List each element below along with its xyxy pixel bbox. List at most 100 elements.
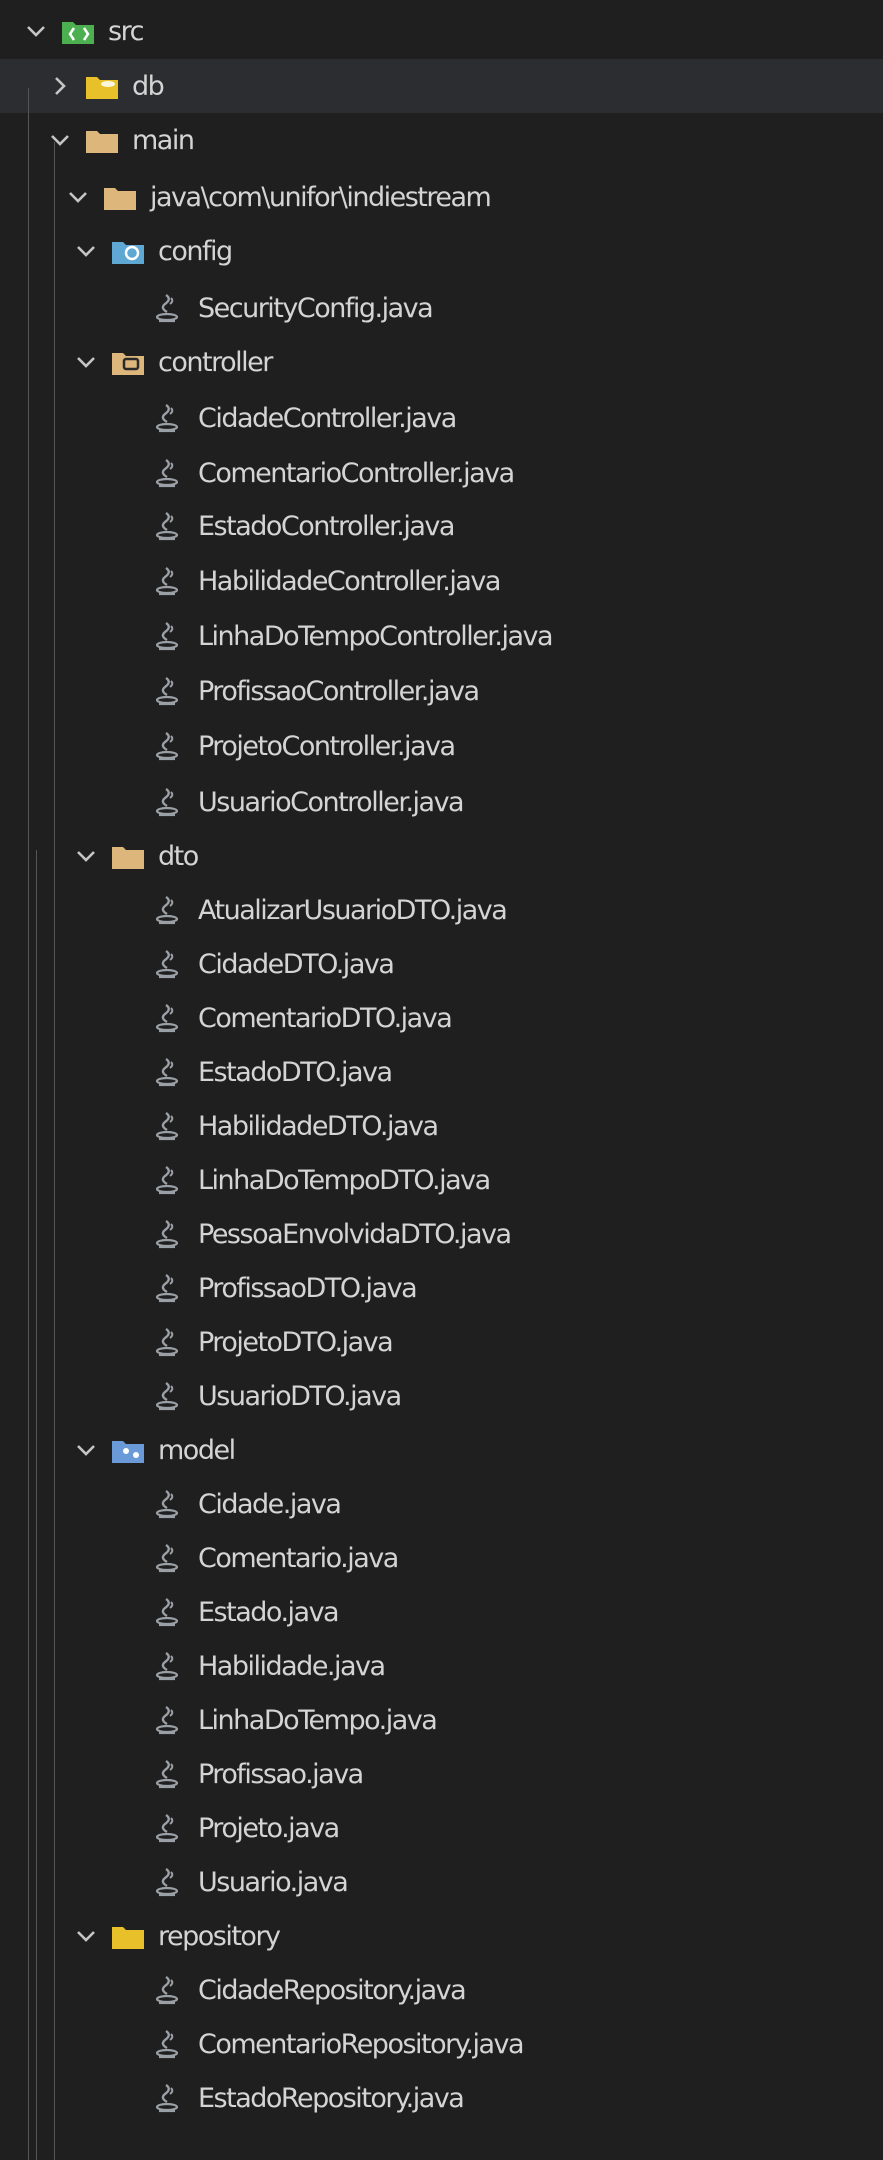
tree-file[interactable]: Comentario.java xyxy=(0,1531,883,1585)
folder-icon xyxy=(102,181,138,213)
tree-folder-repository[interactable]: repository xyxy=(0,1909,883,1963)
file-label: LinhaDoTempoDTO.java xyxy=(198,1164,491,1196)
tree-folder-main[interactable]: main xyxy=(0,113,883,167)
file-label: ProfissaoController.java xyxy=(198,675,480,707)
tree-file[interactable]: Profissao.java xyxy=(0,1747,883,1801)
java-file-icon xyxy=(150,565,186,597)
java-file-icon xyxy=(150,1272,186,1304)
tree-file[interactable]: EstadoController.java xyxy=(0,499,883,553)
java-file-icon xyxy=(150,730,186,762)
file-label: Usuario.java xyxy=(198,1866,349,1898)
file-label: ComentarioDTO.java xyxy=(198,1002,453,1034)
java-file-icon xyxy=(150,1974,186,2006)
file-label: Cidade.java xyxy=(198,1488,342,1520)
file-label: Comentario.java xyxy=(198,1542,399,1574)
tree-file[interactable]: ProjetoDTO.java xyxy=(0,1315,883,1369)
chevron-down-icon[interactable] xyxy=(72,842,100,870)
chevron-down-icon[interactable] xyxy=(22,17,50,45)
file-label: UsuarioController.java xyxy=(198,786,465,818)
java-file-icon xyxy=(150,1704,186,1736)
chevron-down-icon[interactable] xyxy=(46,126,74,154)
java-file-icon xyxy=(150,1056,186,1088)
indent-guide xyxy=(54,142,55,2160)
tree-file[interactable]: EstadoRepository.java xyxy=(0,2071,883,2125)
tree-file[interactable]: Usuario.java xyxy=(0,1855,883,1909)
tree-file[interactable]: ProfissaoController.java xyxy=(0,664,883,718)
java-file-icon xyxy=(150,457,186,489)
tree-file[interactable]: HabilidadeDTO.java xyxy=(0,1099,883,1153)
tree-file[interactable]: HabilidadeController.java xyxy=(0,554,883,608)
folder-label: model xyxy=(158,1434,236,1466)
tree-file[interactable]: Habilidade.java xyxy=(0,1639,883,1693)
file-label: ComentarioRepository.java xyxy=(198,2028,525,2060)
java-file-icon xyxy=(150,620,186,652)
java-file-icon xyxy=(150,1650,186,1682)
file-label: ProfissaoDTO.java xyxy=(198,1272,418,1304)
folder-label: dto xyxy=(158,840,199,872)
tree-folder-src[interactable]: src xyxy=(0,4,883,58)
tree-file[interactable]: CidadeController.java xyxy=(0,391,883,445)
tree-file[interactable]: ComentarioController.java xyxy=(0,446,883,500)
folder-icon xyxy=(110,840,146,872)
file-label: LinhaDoTempoController.java xyxy=(198,620,554,652)
db-folder-icon xyxy=(84,70,120,102)
java-file-icon xyxy=(150,894,186,926)
tree-file[interactable]: ComentarioRepository.java xyxy=(0,2017,883,2071)
tree-file[interactable]: ProfissaoDTO.java xyxy=(0,1261,883,1315)
java-file-icon xyxy=(150,1812,186,1844)
tree-file[interactable]: AtualizarUsuarioDTO.java xyxy=(0,883,883,937)
java-file-icon xyxy=(150,786,186,818)
java-file-icon xyxy=(150,1326,186,1358)
tree-folder-java-com-unifor-indiestream[interactable]: java\com\unifor\indiestream xyxy=(0,170,883,224)
tree-file[interactable]: UsuarioController.java xyxy=(0,775,883,829)
tree-file[interactable]: Estado.java xyxy=(0,1585,883,1639)
file-label: CidadeDTO.java xyxy=(198,948,395,980)
tree-folder-db[interactable]: db xyxy=(0,59,883,113)
indent-guide xyxy=(36,850,37,2160)
tree-file[interactable]: PessoaEnvolvidaDTO.java xyxy=(0,1207,883,1261)
tree-file[interactable]: LinhaDoTempo.java xyxy=(0,1693,883,1747)
java-file-icon xyxy=(150,1002,186,1034)
tree-folder-model[interactable]: model xyxy=(0,1423,883,1477)
folder-icon xyxy=(84,124,120,156)
tree-file[interactable]: ProjetoController.java xyxy=(0,719,883,773)
tree-file[interactable]: ComentarioDTO.java xyxy=(0,991,883,1045)
tree-file[interactable]: UsuarioDTO.java xyxy=(0,1369,883,1423)
tree-file[interactable]: CidadeDTO.java xyxy=(0,937,883,991)
indent-guide xyxy=(28,88,29,2160)
controller-folder-icon xyxy=(110,346,146,378)
file-label: Profissao.java xyxy=(198,1758,364,1790)
tree-file[interactable]: LinhaDoTempoDTO.java xyxy=(0,1153,883,1207)
java-file-icon xyxy=(150,1488,186,1520)
tree-file[interactable]: EstadoDTO.java xyxy=(0,1045,883,1099)
java-file-icon xyxy=(150,292,186,324)
file-label: Projeto.java xyxy=(198,1812,340,1844)
file-label: PessoaEnvolvidaDTO.java xyxy=(198,1218,512,1250)
file-label: ProjetoController.java xyxy=(198,730,456,762)
repository-folder-icon xyxy=(110,1920,146,1952)
tree-file[interactable]: CidadeRepository.java xyxy=(0,1963,883,2017)
java-file-icon xyxy=(150,675,186,707)
java-file-icon xyxy=(150,2028,186,2060)
tree-file[interactable]: Projeto.java xyxy=(0,1801,883,1855)
file-label: Estado.java xyxy=(198,1596,340,1628)
file-label: SecurityConfig.java xyxy=(198,292,434,324)
tree-folder-controller[interactable]: controller xyxy=(0,335,883,389)
chevron-down-icon[interactable] xyxy=(72,237,100,265)
tree-folder-config[interactable]: config xyxy=(0,224,883,278)
chevron-down-icon[interactable] xyxy=(72,348,100,376)
tree-file[interactable]: SecurityConfig.java xyxy=(0,281,883,335)
file-label: LinhaDoTempo.java xyxy=(198,1704,438,1736)
chevron-down-icon[interactable] xyxy=(64,183,92,211)
java-file-icon xyxy=(150,1596,186,1628)
chevron-right-icon[interactable] xyxy=(46,72,74,100)
folder-label: db xyxy=(132,70,165,102)
tree-file[interactable]: Cidade.java xyxy=(0,1477,883,1531)
tree-file[interactable]: LinhaDoTempoController.java xyxy=(0,609,883,663)
java-file-icon xyxy=(150,1380,186,1412)
chevron-down-icon[interactable] xyxy=(72,1922,100,1950)
file-label: UsuarioDTO.java xyxy=(198,1380,402,1412)
file-label: EstadoRepository.java xyxy=(198,2082,465,2114)
tree-folder-dto[interactable]: dto xyxy=(0,829,883,883)
chevron-down-icon[interactable] xyxy=(72,1436,100,1464)
